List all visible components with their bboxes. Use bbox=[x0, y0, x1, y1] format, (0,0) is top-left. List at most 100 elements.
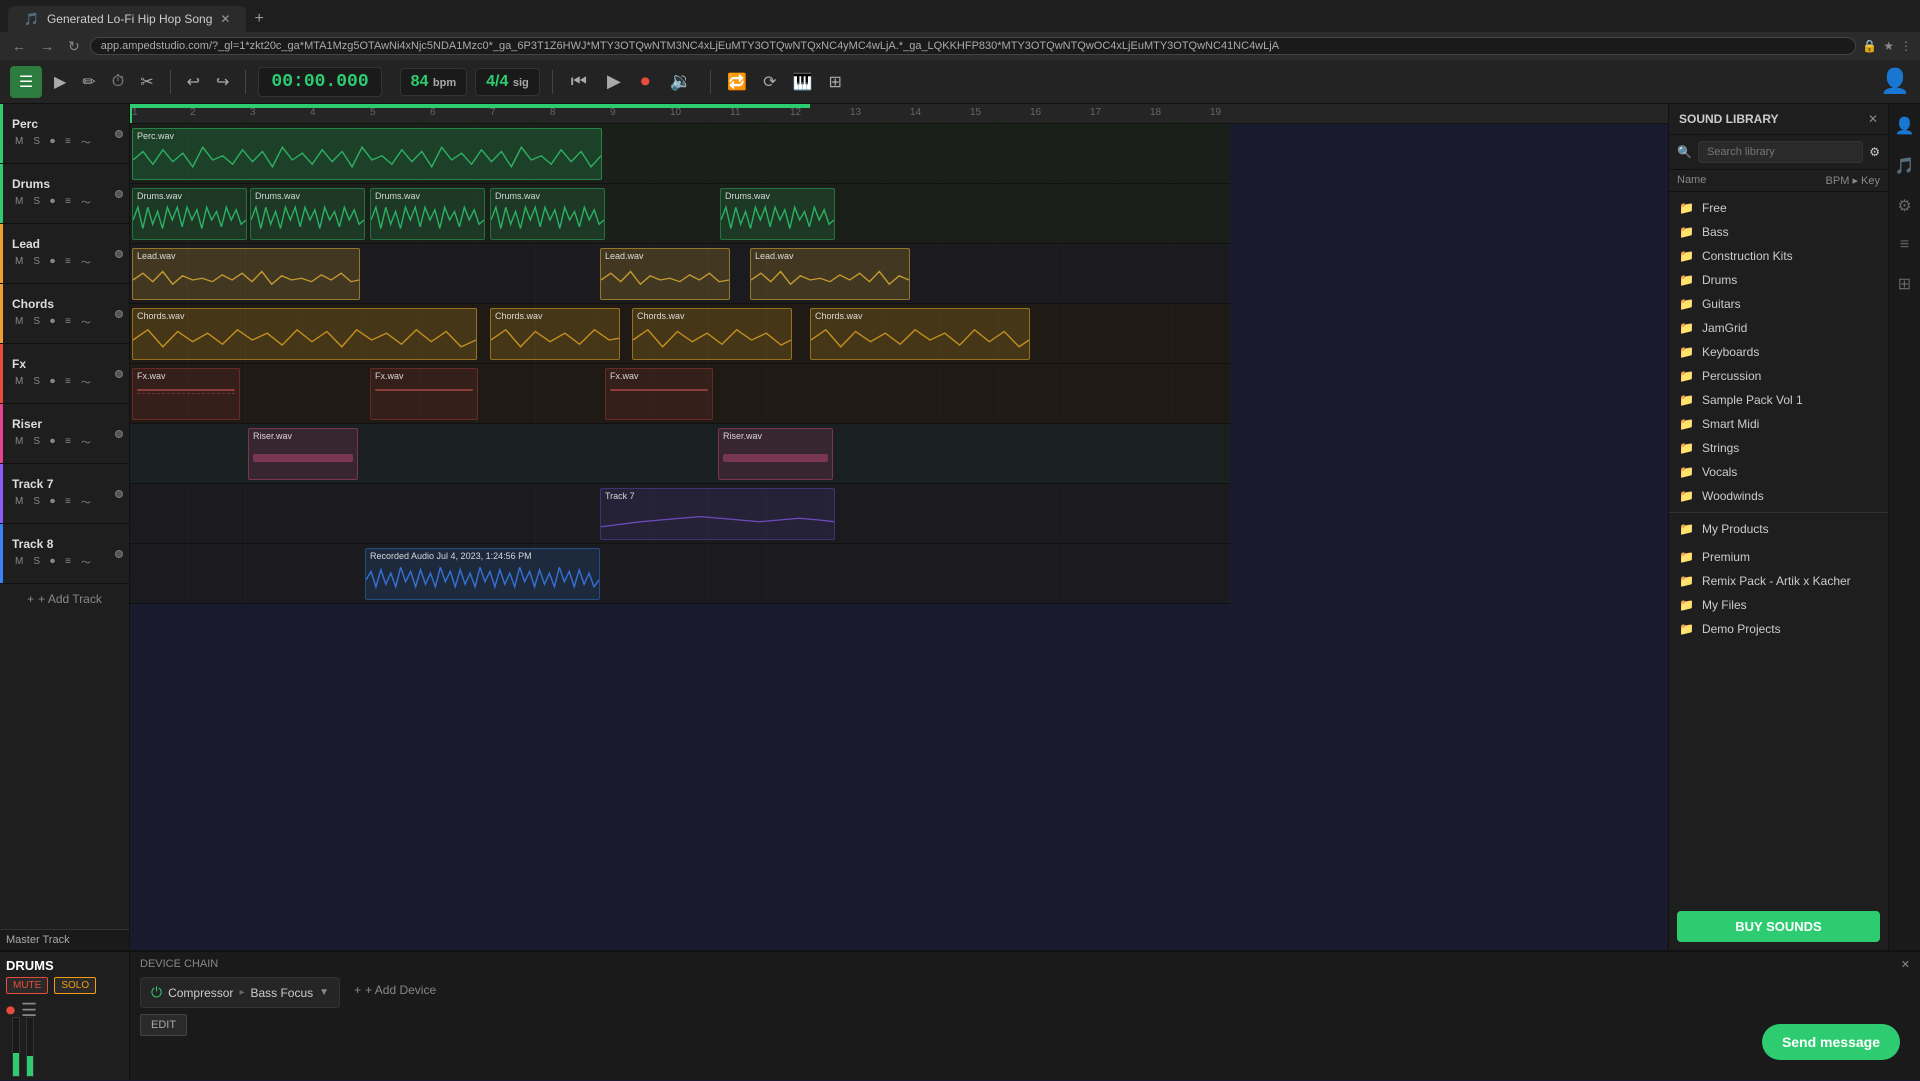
mute-track8[interactable]: M bbox=[12, 555, 26, 568]
wave-fx[interactable]: 〜 bbox=[78, 373, 94, 390]
clip-chords-1[interactable]: Chords.wav bbox=[132, 308, 477, 360]
solo-perc[interactable]: S bbox=[30, 135, 43, 148]
device-power-icon[interactable]: ⏻ bbox=[151, 984, 162, 1001]
tab-close-button[interactable]: ✕ bbox=[220, 12, 230, 26]
right-panel-icon-3[interactable]: ⚙ bbox=[1893, 192, 1915, 220]
arm-riser[interactable]: ⏺ bbox=[47, 435, 58, 448]
clip-track8-1[interactable]: Recorded Audio Jul 4, 2023, 1:24:56 PM bbox=[365, 548, 600, 600]
clip-drums-4[interactable]: Drums.wav bbox=[490, 188, 605, 240]
record-button[interactable]: ⏺ bbox=[635, 67, 656, 96]
wave-track7[interactable]: 〜 bbox=[78, 493, 94, 510]
solo-track8[interactable]: S bbox=[30, 555, 43, 568]
clip-riser-1[interactable]: Riser.wav bbox=[248, 428, 358, 480]
arm-track7[interactable]: ⏺ bbox=[47, 495, 58, 508]
clip-drums-2[interactable]: Drums.wav bbox=[250, 188, 365, 240]
undo-button[interactable]: ↩ bbox=[183, 68, 204, 96]
url-input[interactable]: app.ampedstudio.com/?_gl=1*zkt20c_ga*MTA… bbox=[90, 37, 1857, 55]
active-tab[interactable]: 🎵 Generated Lo-Fi Hip Hop Song ✕ bbox=[8, 6, 246, 32]
library-item-bass[interactable]: 📁 Bass bbox=[1669, 220, 1888, 244]
play-button[interactable]: ▶ bbox=[601, 67, 627, 96]
volume-knob-drums[interactable] bbox=[115, 190, 123, 198]
arm-drums[interactable]: ⏺ bbox=[47, 195, 58, 208]
refresh-button[interactable]: ↻ bbox=[64, 38, 84, 55]
device-compressor[interactable]: ⏻ Compressor ▸ Bass Focus ▼ bbox=[140, 977, 340, 1008]
menu-button[interactable]: ☰ bbox=[10, 66, 42, 98]
volume-knob-perc[interactable] bbox=[115, 130, 123, 138]
right-panel-icon-4[interactable]: ≡ bbox=[1896, 232, 1913, 258]
clip-track7-1[interactable]: Track 7 bbox=[600, 488, 835, 540]
fx-lead[interactable]: ≡ bbox=[62, 255, 74, 268]
library-item-smart-midi[interactable]: 📁 Smart Midi bbox=[1669, 412, 1888, 436]
scissors-tool[interactable]: ✂ bbox=[136, 68, 157, 96]
clip-fx-1[interactable]: Fx.wav bbox=[132, 368, 240, 420]
arm-perc[interactable]: ⏺ bbox=[47, 135, 58, 148]
solo-lead[interactable]: S bbox=[30, 255, 43, 268]
volume-knob-track7[interactable] bbox=[115, 490, 123, 498]
sync-button[interactable]: ⟳ bbox=[759, 68, 780, 96]
solo-fx[interactable]: S bbox=[30, 375, 43, 388]
clip-drums-1[interactable]: Drums.wav bbox=[132, 188, 247, 240]
library-item-my-files[interactable]: 📁 My Files bbox=[1669, 593, 1888, 617]
library-filter-icon[interactable]: ⚙ bbox=[1869, 145, 1880, 159]
user-avatar[interactable]: 👤 bbox=[1880, 67, 1910, 96]
clip-chords-2[interactable]: Chords.wav bbox=[490, 308, 620, 360]
device-dropdown-icon[interactable]: ▼ bbox=[319, 987, 329, 998]
library-item-sample-pack[interactable]: 📁 Sample Pack Vol 1 bbox=[1669, 388, 1888, 412]
volume-icon[interactable]: 🔉 bbox=[664, 67, 698, 96]
library-item-guitars[interactable]: 📁 Guitars bbox=[1669, 292, 1888, 316]
mute-perc[interactable]: M bbox=[12, 135, 26, 148]
library-item-my-products[interactable]: 📁 My Products bbox=[1669, 517, 1888, 541]
library-item-remix-pack[interactable]: 📁 Remix Pack - Artik x Kacher bbox=[1669, 569, 1888, 593]
back-button[interactable]: ← bbox=[8, 38, 30, 54]
arm-lead[interactable]: ⏺ bbox=[47, 255, 58, 268]
library-item-free[interactable]: 📁 Free bbox=[1669, 196, 1888, 220]
fx-riser[interactable]: ≡ bbox=[62, 435, 74, 448]
library-item-strings[interactable]: 📁 Strings bbox=[1669, 436, 1888, 460]
library-item-construction-kits[interactable]: 📁 Construction Kits bbox=[1669, 244, 1888, 268]
forward-button[interactable]: → bbox=[36, 38, 58, 54]
fx-track8[interactable]: ≡ bbox=[62, 555, 74, 568]
redo-button[interactable]: ↪ bbox=[212, 68, 233, 96]
loop-button[interactable]: 🔁 bbox=[723, 68, 751, 96]
library-item-percussion[interactable]: 📁 Percussion bbox=[1669, 364, 1888, 388]
wave-riser[interactable]: 〜 bbox=[78, 433, 94, 450]
device-chain-close-button[interactable]: ✕ bbox=[1901, 958, 1910, 971]
add-device-button[interactable]: + + Add Device bbox=[348, 977, 442, 1003]
fx-drums[interactable]: ≡ bbox=[62, 195, 74, 208]
new-tab-button[interactable]: + bbox=[246, 6, 271, 32]
clip-fx-3[interactable]: Fx.wav bbox=[605, 368, 713, 420]
wave-track8[interactable]: 〜 bbox=[78, 553, 94, 570]
right-panel-icon-2[interactable]: 🎵 bbox=[1891, 152, 1919, 180]
arrange-button[interactable]: ⊞ bbox=[824, 68, 845, 96]
volume-knob-track8[interactable] bbox=[115, 550, 123, 558]
library-item-vocals[interactable]: 📁 Vocals bbox=[1669, 460, 1888, 484]
solo-chords[interactable]: S bbox=[30, 315, 43, 328]
library-item-demo-projects[interactable]: 📁 Demo Projects bbox=[1669, 617, 1888, 641]
mute-chords[interactable]: M bbox=[12, 315, 26, 328]
arm-fx[interactable]: ⏺ bbox=[47, 375, 58, 388]
clip-chords-3[interactable]: Chords.wav bbox=[632, 308, 792, 360]
clock-tool[interactable]: ⏱ bbox=[108, 69, 128, 95]
volume-knob-lead[interactable] bbox=[115, 250, 123, 258]
rewind-button[interactable]: ⏮ bbox=[565, 67, 593, 96]
solo-drums[interactable]: S bbox=[30, 195, 43, 208]
library-item-woodwinds[interactable]: 📁 Woodwinds bbox=[1669, 484, 1888, 508]
right-panel-icon-1[interactable]: 👤 bbox=[1891, 112, 1919, 140]
clip-fx-2[interactable]: Fx.wav bbox=[370, 368, 478, 420]
volume-knob-riser[interactable] bbox=[115, 430, 123, 438]
midi-button[interactable]: 🎹 bbox=[789, 68, 817, 96]
mute-riser[interactable]: M bbox=[12, 435, 26, 448]
pencil-tool[interactable]: ✏ bbox=[78, 68, 99, 96]
clip-riser-2[interactable]: Riser.wav bbox=[718, 428, 833, 480]
clip-chords-4[interactable]: Chords.wav bbox=[810, 308, 1030, 360]
clip-perc-1[interactable]: Perc.wav bbox=[132, 128, 602, 180]
mute-track7[interactable]: M bbox=[12, 495, 26, 508]
fx-fx[interactable]: ≡ bbox=[62, 375, 74, 388]
wave-drums[interactable]: 〜 bbox=[78, 193, 94, 210]
wave-lead[interactable]: 〜 bbox=[78, 253, 94, 270]
fx-chords[interactable]: ≡ bbox=[62, 315, 74, 328]
clip-lead-2[interactable]: Lead.wav bbox=[600, 248, 730, 300]
wave-perc[interactable]: 〜 bbox=[78, 133, 94, 150]
solo-button[interactable]: SOLO bbox=[54, 977, 96, 994]
volume-knob-fx[interactable] bbox=[115, 370, 123, 378]
